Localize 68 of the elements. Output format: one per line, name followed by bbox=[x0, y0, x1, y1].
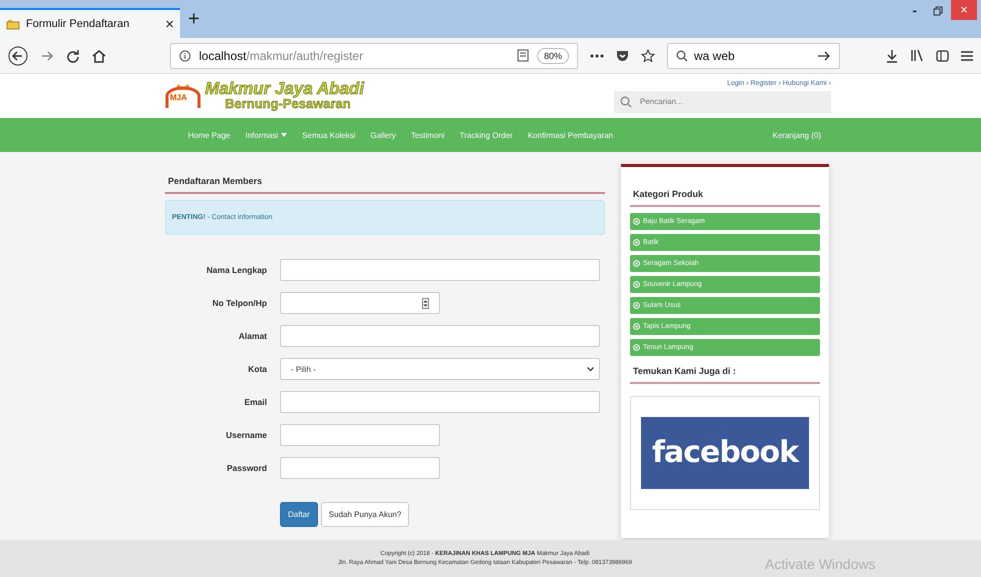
star-icon[interactable] bbox=[641, 48, 655, 62]
field-label: Kota bbox=[247, 364, 267, 374]
field-label: Username bbox=[224, 430, 267, 440]
close-tab-button[interactable]: × bbox=[165, 16, 174, 32]
go-arrow-icon[interactable] bbox=[817, 50, 831, 62]
field-label: Alamat bbox=[238, 331, 267, 341]
search-icon bbox=[676, 50, 688, 62]
circle-icon bbox=[633, 260, 640, 267]
sidebar-title: Kategori Produk bbox=[630, 183, 820, 207]
minimize-button[interactable]: - bbox=[904, 0, 925, 20]
search-icon bbox=[620, 96, 632, 108]
reader-icon[interactable] bbox=[516, 49, 529, 62]
circle-icon bbox=[633, 344, 640, 351]
input-field[interactable] bbox=[280, 259, 600, 281]
close-button[interactable]: × bbox=[951, 0, 977, 20]
forward-icon[interactable] bbox=[40, 48, 54, 62]
login-button[interactable]: Sudah Punya Akun? bbox=[320, 502, 410, 527]
nav-link[interactable]: Informasi bbox=[245, 130, 288, 140]
sidebar-icon[interactable] bbox=[936, 50, 949, 62]
brand-tagline: Bernung-Pesawaran bbox=[225, 96, 352, 111]
field-label: No Telpon/Hp bbox=[211, 298, 267, 308]
sidebar-title: Temukan Kami Juga di : bbox=[630, 360, 820, 384]
input-field[interactable] bbox=[280, 424, 440, 446]
search-input[interactable]: Pencarian... bbox=[638, 96, 825, 107]
circle-icon bbox=[633, 281, 640, 288]
circle-icon bbox=[633, 323, 640, 330]
spinner-icon[interactable] bbox=[422, 298, 429, 308]
info-icon bbox=[179, 50, 191, 62]
back-icon[interactable] bbox=[8, 46, 28, 66]
field-label: Password bbox=[226, 463, 267, 473]
browser-tab[interactable]: Formulir Pendaftaran × bbox=[0, 8, 180, 38]
new-tab-button[interactable]: + bbox=[180, 8, 208, 30]
nav-link[interactable]: Semua Koleksi bbox=[302, 130, 356, 140]
url-text: localhost/makmur/auth/register bbox=[199, 48, 364, 62]
reload-icon[interactable] bbox=[66, 48, 80, 62]
logo-badge: MJA bbox=[170, 93, 187, 102]
circle-icon bbox=[633, 239, 640, 246]
nav-link[interactable]: Testimoni bbox=[410, 130, 445, 140]
nav-link[interactable]: Tracking Order bbox=[460, 130, 513, 140]
library-icon[interactable] bbox=[910, 49, 924, 62]
select-field[interactable]: - Pilih - bbox=[280, 358, 600, 380]
search-field[interactable]: wa web bbox=[667, 42, 840, 68]
download-icon[interactable] bbox=[886, 48, 898, 62]
zoom-badge[interactable]: 80% bbox=[536, 48, 569, 64]
menu-icon[interactable] bbox=[961, 50, 973, 60]
home-icon[interactable] bbox=[92, 48, 106, 62]
pocket-icon[interactable] bbox=[616, 50, 629, 62]
input-field[interactable] bbox=[280, 292, 440, 314]
input-field[interactable] bbox=[280, 457, 440, 479]
folder-icon bbox=[6, 18, 20, 30]
brand-name: Makmur Jaya Abadi bbox=[205, 81, 364, 96]
address-bar[interactable]: localhost/makmur/auth/register 80% bbox=[170, 42, 578, 68]
section-title: Pendaftaran Members bbox=[165, 164, 605, 194]
circle-icon bbox=[633, 302, 640, 309]
nav-link[interactable]: Konfirmasi Pembayaran bbox=[528, 130, 614, 140]
nav-link[interactable]: Home Page bbox=[188, 130, 230, 140]
input-field[interactable] bbox=[280, 325, 600, 347]
field-label: Nama Lengkap bbox=[206, 265, 267, 275]
input-field[interactable] bbox=[280, 391, 600, 413]
facebook-banner[interactable]: facebook bbox=[641, 417, 809, 489]
field-label: Email bbox=[243, 397, 267, 407]
restore-icon[interactable] bbox=[933, 6, 943, 16]
nav-link[interactable]: Gallery bbox=[370, 130, 396, 140]
cart-link[interactable]: Keranjang (0) bbox=[772, 130, 821, 140]
more-icon[interactable] bbox=[590, 54, 604, 58]
submit-button[interactable]: Daftar bbox=[280, 502, 318, 527]
circle-icon bbox=[633, 218, 640, 225]
search-field[interactable]: Pencarian... bbox=[614, 90, 831, 112]
